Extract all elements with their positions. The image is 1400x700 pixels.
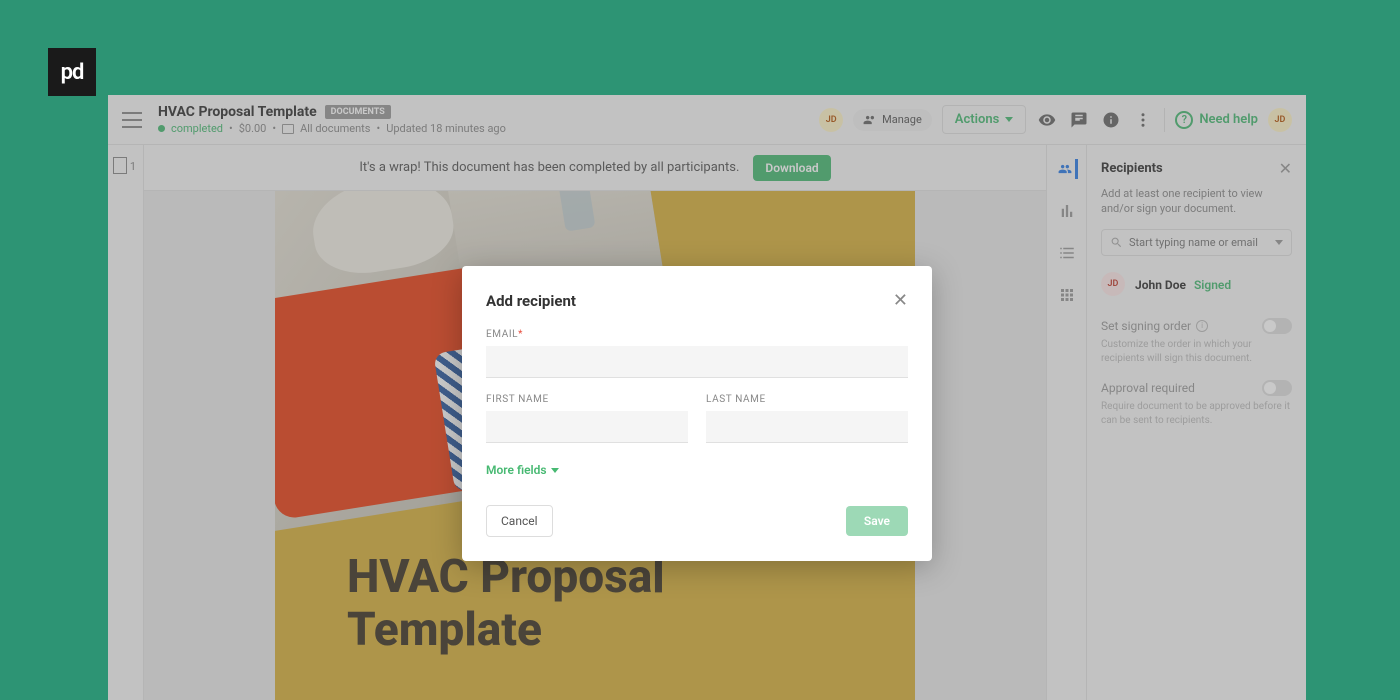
chevron-down-icon: [1275, 240, 1283, 245]
modal-title: Add recipient: [486, 292, 576, 310]
recipient-item[interactable]: JD John Doe Signed: [1101, 272, 1292, 296]
download-button[interactable]: Download: [753, 155, 830, 181]
panel-title: Recipients: [1101, 161, 1163, 176]
tab-apps[interactable]: [1057, 285, 1077, 305]
email-label: EMAIL*: [486, 329, 908, 340]
visibility-icon[interactable]: [1036, 109, 1058, 131]
last-name-label: LAST NAME: [706, 394, 908, 405]
signing-order-toggle[interactable]: [1262, 318, 1292, 334]
info-icon[interactable]: [1100, 109, 1122, 131]
signing-order-setting: Set signing order i Customize the order …: [1101, 318, 1292, 366]
recipient-avatar: JD: [1101, 272, 1125, 296]
folder-crumb[interactable]: All documents: [300, 122, 370, 135]
add-recipient-modal: Add recipient ✕ EMAIL* FIRST NAME LAST N…: [462, 266, 932, 561]
brand-logo: pd: [48, 48, 96, 96]
info-icon[interactable]: i: [1196, 320, 1208, 332]
search-icon: [1110, 236, 1123, 249]
documents-badge: DOCUMENTS: [325, 105, 391, 119]
status-text: completed: [171, 122, 223, 135]
tab-outline[interactable]: [1057, 243, 1077, 263]
pages-icon: [115, 159, 127, 174]
email-input[interactable]: [486, 346, 908, 378]
first-name-input[interactable]: [486, 411, 688, 443]
recipient-name: John Doe: [1135, 278, 1186, 292]
panel-subtitle: Add at least one recipient to view and/o…: [1101, 186, 1292, 217]
chevron-down-icon: [1005, 117, 1013, 122]
recipient-search[interactable]: [1101, 229, 1292, 256]
approval-toggle[interactable]: [1262, 380, 1292, 396]
more-vertical-icon[interactable]: [1132, 109, 1154, 131]
signing-order-desc: Customize the order in which your recipi…: [1101, 338, 1292, 366]
pages-indicator[interactable]: 1: [115, 159, 136, 174]
last-name-input[interactable]: [706, 411, 908, 443]
signing-order-label: Set signing order i: [1101, 319, 1208, 333]
approval-desc: Require document to be approved before i…: [1101, 400, 1292, 428]
tab-analytics[interactable]: [1057, 201, 1077, 221]
hamburger-menu-icon[interactable]: [122, 112, 142, 128]
recipient-status: Signed: [1194, 278, 1231, 292]
user-avatar[interactable]: JD: [1268, 108, 1292, 132]
save-button[interactable]: Save: [846, 506, 908, 536]
updated-text: Updated 18 minutes ago: [386, 122, 506, 135]
approval-label: Approval required: [1101, 381, 1195, 395]
recipient-search-input[interactable]: [1129, 236, 1269, 249]
approval-setting: Approval required Require document to be…: [1101, 380, 1292, 428]
header-avatar[interactable]: JD: [819, 108, 843, 132]
manage-button[interactable]: Manage: [853, 109, 932, 131]
top-bar: HVAC Proposal Template DOCUMENTS complet…: [108, 95, 1306, 145]
panel-close-icon[interactable]: ✕: [1279, 159, 1292, 178]
people-icon: [863, 113, 877, 127]
right-panel: Recipients ✕ Add at least one recipient …: [1046, 145, 1306, 700]
need-help-button[interactable]: ? Need help: [1175, 111, 1258, 129]
question-icon: ?: [1175, 111, 1193, 129]
price-text: $0.00: [239, 122, 267, 135]
divider: [1164, 108, 1165, 132]
left-rail: 1: [108, 145, 144, 700]
first-name-label: FIRST NAME: [486, 394, 688, 405]
modal-close-icon[interactable]: ✕: [893, 290, 908, 311]
completion-banner: It's a wrap! This document has been comp…: [144, 145, 1046, 191]
status-dot-icon: [158, 125, 165, 132]
more-fields-toggle[interactable]: More fields: [486, 463, 908, 477]
folder-icon: [282, 124, 294, 134]
actions-dropdown[interactable]: Actions: [942, 105, 1027, 134]
document-heading: HVAC Proposal Template: [347, 551, 665, 657]
comment-icon[interactable]: [1068, 109, 1090, 131]
title-area: HVAC Proposal Template DOCUMENTS complet…: [158, 104, 819, 135]
document-title: HVAC Proposal Template: [158, 104, 317, 120]
tab-recipients[interactable]: [1058, 159, 1078, 179]
panel-tabs: [1047, 145, 1087, 700]
cancel-button[interactable]: Cancel: [486, 505, 553, 537]
banner-text: It's a wrap! This document has been comp…: [359, 160, 739, 175]
chevron-down-icon: [551, 468, 559, 473]
